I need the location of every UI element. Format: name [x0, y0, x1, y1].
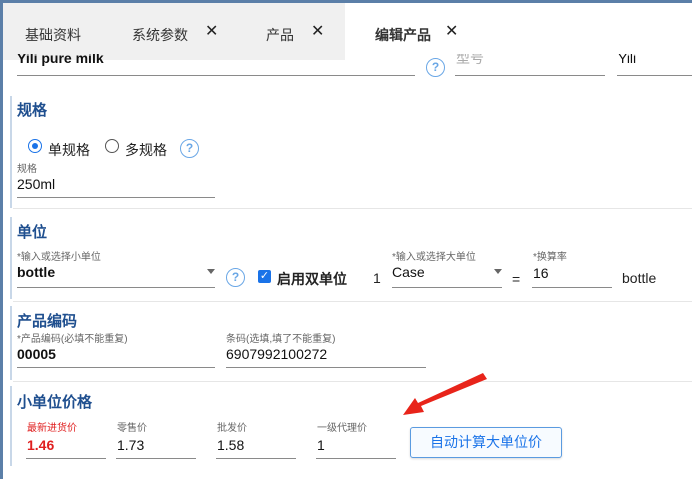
chevron-down-icon[interactable]	[494, 269, 502, 274]
divider	[13, 208, 692, 209]
product-code-input[interactable]: 00005	[17, 346, 56, 362]
rate-label: *换算率	[533, 252, 567, 263]
barcode-label: 条码(选填,填了不能重复)	[226, 334, 336, 345]
tab-system-params[interactable]: 系统参数 ✕	[105, 3, 227, 60]
tab-products[interactable]: 产品 ✕	[227, 3, 345, 60]
latest-price-underline	[26, 458, 106, 459]
small-unit-select[interactable]: bottle	[17, 264, 55, 280]
rate-unit: bottle	[622, 270, 657, 286]
latest-price-label: 最新进货价	[27, 423, 77, 434]
spec-underline	[17, 197, 215, 198]
rate-underline	[532, 287, 612, 288]
equals-sign: =	[512, 271, 521, 287]
tab-label: 系统参数	[132, 27, 188, 43]
multi-spec-label[interactable]: 多规格	[125, 140, 167, 160]
brand-underline	[617, 75, 692, 76]
multi-spec-radio[interactable]	[105, 139, 119, 153]
tab-bar: 基础资料 系统参数 ✕ 产品 ✕ 编辑产品 ✕	[3, 3, 692, 60]
retail-price-underline	[116, 458, 196, 459]
agent-price-label: 一级代理价	[317, 423, 367, 434]
large-unit-label: *输入或选择大单位	[392, 252, 476, 263]
close-icon[interactable]: ✕	[205, 21, 218, 41]
spec-input[interactable]: 250ml	[17, 176, 55, 192]
section-title-spec: 规格	[17, 102, 48, 119]
help-icon[interactable]: ?	[226, 268, 245, 287]
close-icon[interactable]: ✕	[445, 21, 458, 41]
code-label: *产品编码(必填不能重复)	[17, 334, 128, 345]
latest-price-input[interactable]: 1.46	[27, 437, 54, 453]
large-unit-underline	[392, 287, 502, 288]
dual-unit-label[interactable]: 启用双单位	[277, 269, 347, 289]
model-underline	[455, 75, 605, 76]
section-title-unit: 单位	[17, 224, 48, 241]
window-left-border	[0, 0, 3, 479]
spec-field-label: 规格	[17, 164, 37, 175]
large-unit-select[interactable]: Case	[392, 264, 425, 280]
tab-label: 编辑产品	[375, 27, 431, 43]
section-bar	[10, 306, 12, 380]
unit-one: 1	[373, 270, 381, 286]
small-unit-underline	[17, 287, 215, 288]
tab-label: 基础资料	[25, 27, 81, 43]
agent-price-underline	[316, 458, 396, 459]
section-title-code: 产品编码	[17, 313, 78, 330]
section-title-price: 小单位价格	[17, 394, 93, 411]
divider	[13, 301, 692, 302]
rate-input[interactable]: 16	[533, 265, 549, 281]
section-bar	[10, 217, 12, 299]
edit-product-window: 基础资料 系统参数 ✕ 产品 ✕ 编辑产品 ✕ Yili pure milk ?…	[0, 0, 692, 479]
help-icon[interactable]: ?	[180, 139, 199, 158]
model-input[interactable]: 型号	[456, 54, 484, 68]
product-name-input[interactable]: Yili pure milk	[17, 54, 104, 68]
retail-price-input[interactable]: 1.73	[117, 437, 144, 453]
wholesale-price-input[interactable]: 1.58	[217, 437, 244, 453]
single-spec-radio[interactable]	[28, 139, 42, 153]
tab-edit-product[interactable]: 编辑产品 ✕	[345, 3, 485, 60]
close-icon[interactable]: ✕	[311, 21, 324, 41]
help-icon[interactable]: ?	[426, 58, 445, 77]
wholesale-price-underline	[216, 458, 296, 459]
single-spec-label[interactable]: 单规格	[48, 140, 90, 160]
tab-label: 产品	[266, 27, 294, 43]
barcode-input[interactable]: 6907992100272	[226, 346, 327, 362]
auto-calc-large-unit-price-button[interactable]: 自动计算大单位价	[410, 427, 562, 458]
divider	[13, 381, 692, 382]
retail-price-label: 零售价	[117, 423, 147, 434]
small-unit-label: *输入或选择小单位	[17, 252, 101, 263]
product-code-underline	[17, 367, 215, 368]
annotation-arrow-icon	[403, 373, 487, 415]
section-bar	[10, 96, 12, 208]
product-name-underline	[17, 75, 415, 76]
brand-input[interactable]: Yili	[618, 54, 636, 68]
agent-price-input[interactable]: 1	[317, 437, 325, 453]
wholesale-price-label: 批发价	[217, 423, 247, 434]
chevron-down-icon[interactable]	[207, 269, 215, 274]
section-bar	[10, 386, 12, 466]
tab-basic-info[interactable]: 基础资料	[3, 3, 105, 60]
dual-unit-checkbox[interactable]: ✓	[258, 270, 271, 283]
